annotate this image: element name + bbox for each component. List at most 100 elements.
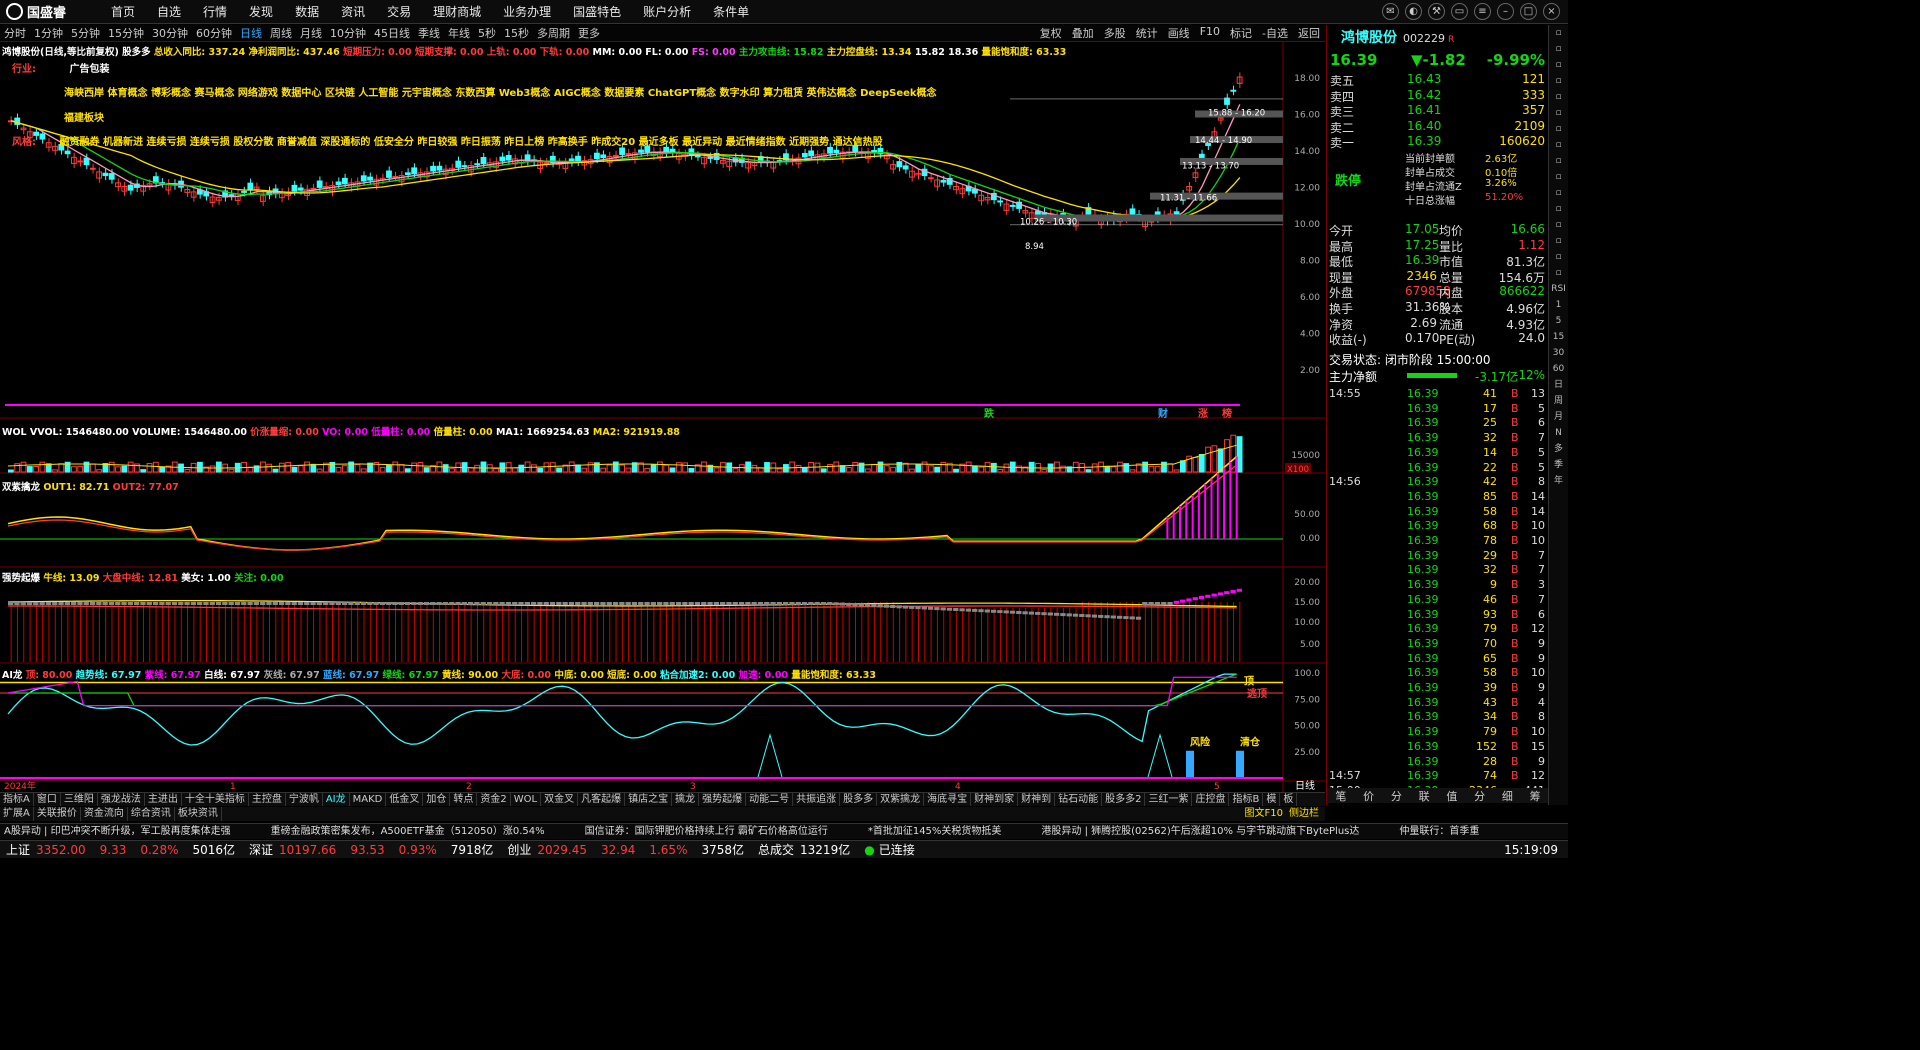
minimize-icon[interactable]: – [1497,3,1514,20]
chart-tool-6[interactable]: 标记 [1225,25,1257,41]
period-15[interactable]: 多周期 [533,25,574,41]
side-icon-7[interactable]: ▫ [1549,137,1568,153]
ext-tab-0[interactable]: 扩展A [0,807,34,821]
period-16[interactable]: 更多 [574,25,604,41]
indicator-tab-15[interactable]: 双金叉 [541,793,579,806]
chart-tool-7[interactable]: -自选 [1257,25,1293,41]
quote-tab-1[interactable]: 价 [1355,788,1383,803]
period-1[interactable]: 1分钟 [30,25,67,41]
side-tab-9[interactable]: N [1549,425,1568,441]
index-2[interactable]: 创业 2029.45 32.94 1.65% 3758亿 [507,841,744,858]
chart-tool-5[interactable]: F10 [1195,25,1225,41]
nav-item-7[interactable]: 理财商城 [422,3,492,20]
side-tab-2[interactable]: 5 [1549,313,1568,329]
news-item-0[interactable]: A股异动 | 印巴冲突不断升级，军工股再度集体走强 [4,824,231,839]
indicator-tab-27[interactable]: 钻石动能 [1055,793,1103,806]
menu-icon[interactable]: ≡ [1474,3,1491,20]
indicator-tab-6[interactable]: 主控盘 [249,793,286,806]
panel-name[interactable]: AI龙 [2,670,26,681]
maximize-icon[interactable]: □ [1520,3,1537,20]
indicator-tab-17[interactable]: 镇店之宝 [625,793,673,806]
indicator-tab-11[interactable]: 加仓 [423,793,451,806]
indicator-tab-14[interactable]: WOL [511,793,542,806]
indicator-tab-20[interactable]: 动能二号 [746,793,794,806]
side-tab-4[interactable]: 30 [1549,345,1568,361]
nav-item-9[interactable]: 国盛特色 [562,3,632,20]
news-item-1[interactable]: 重磅金融政策密集发布，A500ETF基金（512050）涨0.54% [271,824,545,839]
nav-item-10[interactable]: 账户分析 [632,3,702,20]
side-tab-10[interactable]: 多 [1549,441,1568,457]
period-8[interactable]: 月线 [296,25,326,41]
period-13[interactable]: 5秒 [474,25,500,41]
panel-name[interactable]: 双紫擒龙 [2,482,43,493]
indicator-tab-9[interactable]: MAKD [350,793,387,806]
side-tab-3[interactable]: 15 [1549,329,1568,345]
indicator-tab-2[interactable]: 三维阳 [61,793,98,806]
side-icon-9[interactable]: ▫ [1549,169,1568,185]
ext-tab-4[interactable]: 板块资讯 [175,807,222,821]
period-10[interactable]: 45日线 [370,25,414,41]
side-icon-3[interactable]: ▫ [1549,73,1568,89]
side-tab-6[interactable]: 日 [1549,377,1568,393]
right-link-0[interactable]: 图文F10 [1242,808,1286,819]
side-tab-11[interactable]: 季 [1549,457,1568,473]
chart-tool-4[interactable]: 画线 [1163,25,1195,41]
period-6[interactable]: 日线 [236,25,266,41]
tools-icon[interactable]: ⚒ [1428,3,1445,20]
indicator-tab-30[interactable]: 庄控盘 [1192,793,1230,806]
chart-tool-0[interactable]: 复权 [1035,25,1067,41]
indicator-tab-13[interactable]: 资金2 [477,793,511,806]
quote-tab-6[interactable]: 细 [1494,788,1522,803]
period-7[interactable]: 周线 [266,25,296,41]
indicator-tab-12[interactable]: 转点 [450,793,478,806]
indicator-tab-7[interactable]: 宁波帆 [286,793,323,806]
indicator-tab-26[interactable]: 财神到 [1018,793,1056,806]
side-icon-11[interactable]: ▫ [1549,201,1568,217]
indicator-tab-33[interactable]: 板 [1280,793,1298,806]
chart-tool-8[interactable]: 返回 [1293,25,1325,41]
side-icon-5[interactable]: ▫ [1549,105,1568,121]
news-item-2[interactable]: 国信证券：国际钾肥价格持续上行 霸矿石价格高位运行 [585,824,828,839]
indicator-tab-19[interactable]: 强势起爆 [699,793,747,806]
period-12[interactable]: 年线 [444,25,474,41]
indicator-tab-16[interactable]: 凡客起爆 [578,793,626,806]
side-tab-5[interactable]: 60 [1549,361,1568,377]
indicator-tab-18[interactable]: 擒龙 [672,793,700,806]
nav-item-4[interactable]: 数据 [284,3,330,20]
message-icon[interactable]: ✉ [1382,3,1399,20]
period-3[interactable]: 15分钟 [104,25,148,41]
ext-tab-2[interactable]: 资金流向 [81,807,128,821]
side-icon-0[interactable]: ▫ [1549,25,1568,41]
period-2[interactable]: 5分钟 [67,25,104,41]
indicator-tab-4[interactable]: 主进出 [145,793,182,806]
index-0[interactable]: 上证 3352.00 9.33 0.28% 5016亿 [6,841,235,858]
quote-tab-2[interactable]: 分 [1383,788,1411,803]
indicator-tab-3[interactable]: 强龙战法 [98,793,145,806]
side-icon-6[interactable]: ▫ [1549,121,1568,137]
indicator-tab-1[interactable]: 窗口 [34,793,61,806]
panel-name[interactable]: 鸿博股份(日线,等比前复权) [2,47,122,58]
panel-name[interactable]: WOL [2,427,30,438]
nav-item-0[interactable]: 首页 [100,3,146,20]
side-icon-10[interactable]: ▫ [1549,185,1568,201]
side-icon-14[interactable]: ▫ [1549,249,1568,265]
period-0[interactable]: 分时 [0,25,30,41]
indicator-tab-10[interactable]: 低金叉 [386,793,424,806]
period-9[interactable]: 10分钟 [326,25,370,41]
side-tab-0[interactable]: RSI [1549,281,1568,297]
indicator-tab-24[interactable]: 海底寻宝 [924,793,972,806]
nav-item-5[interactable]: 资讯 [330,3,376,20]
quote-tab-7[interactable]: 筹 [1521,788,1549,803]
quote-tab-4[interactable]: 值 [1438,788,1466,803]
news-item-5[interactable]: 仲量联行：首季重 [1399,824,1479,839]
indicator-tab-25[interactable]: 财神到家 [971,793,1019,806]
indicator-tab-31[interactable]: 指标B [1229,793,1264,806]
nav-item-11[interactable]: 条件单 [702,3,760,20]
nav-item-2[interactable]: 行情 [192,3,238,20]
side-tab-7[interactable]: 周 [1549,393,1568,409]
period-11[interactable]: 季线 [414,25,444,41]
indicator-tab-23[interactable]: 双紫擒龙 [877,793,925,806]
quote-tab-3[interactable]: 联 [1410,788,1438,803]
side-icon-4[interactable]: ▫ [1549,89,1568,105]
chart-tool-3[interactable]: 统计 [1131,25,1163,41]
